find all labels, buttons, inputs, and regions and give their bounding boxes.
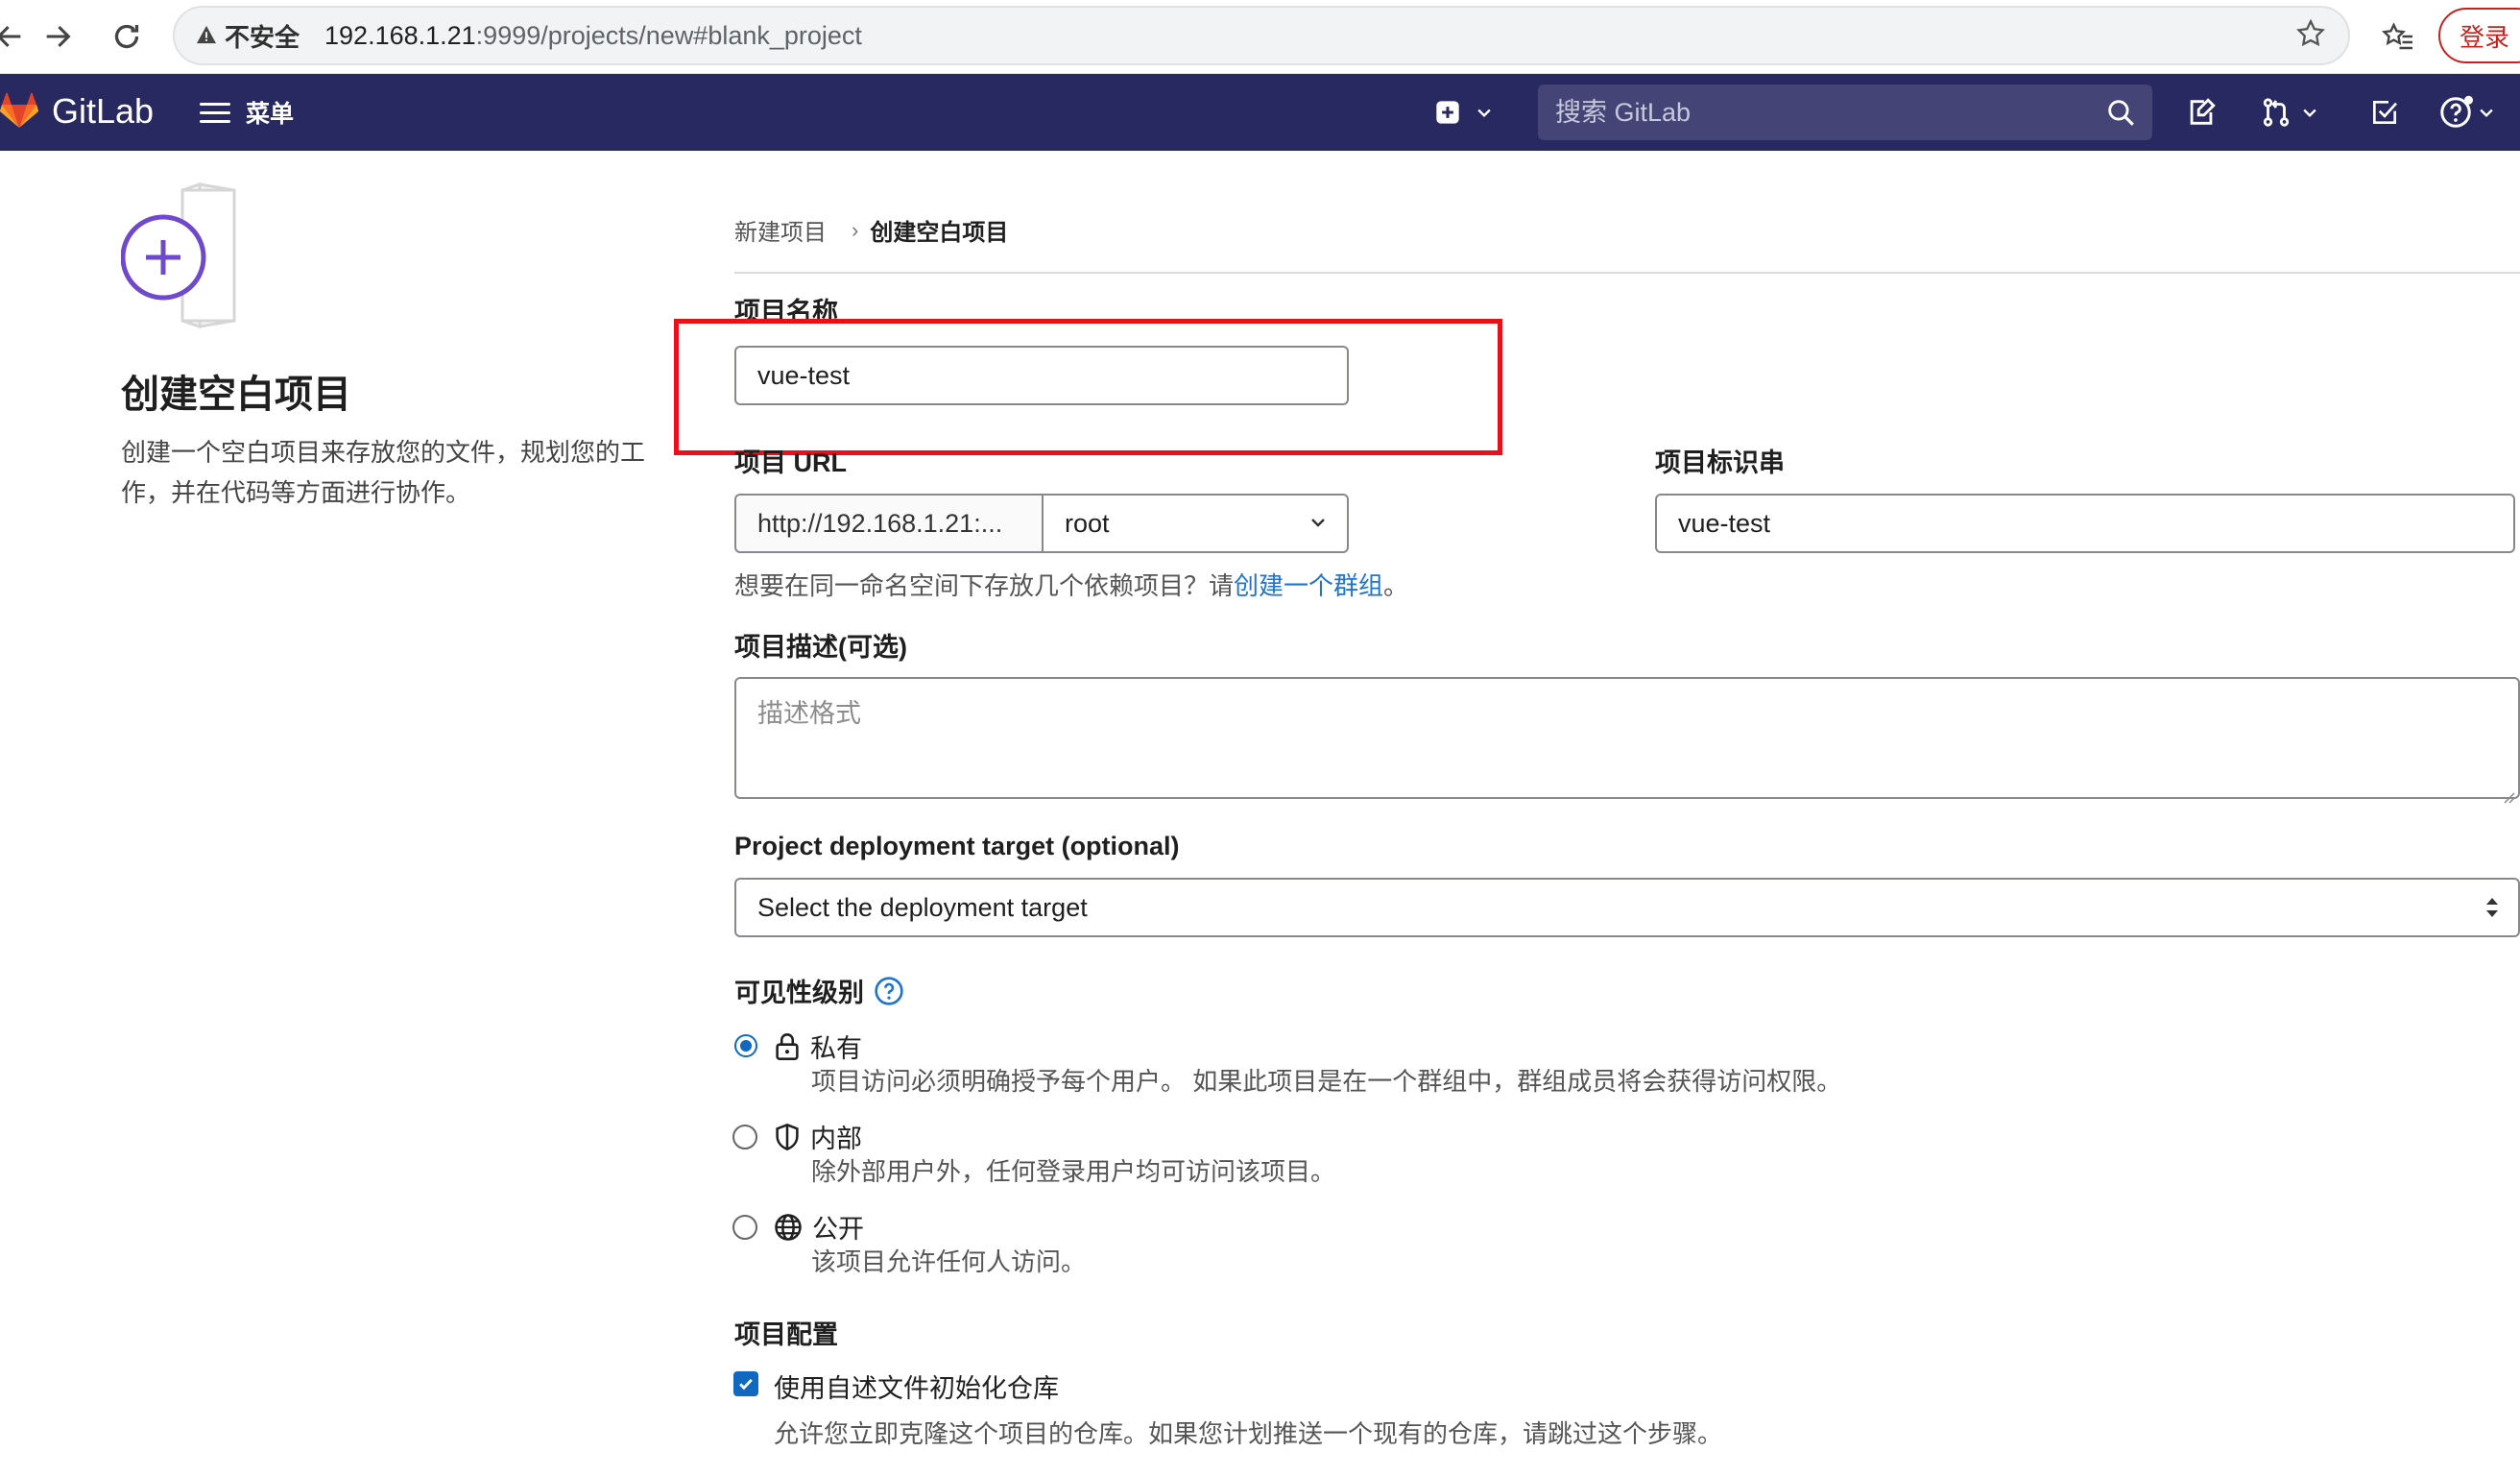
security-label: 不安全 xyxy=(225,22,300,52)
project-config-label: 项目配置 xyxy=(734,1320,838,1349)
visibility-option-private[interactable]: 私有 xyxy=(774,1028,862,1065)
shield-icon xyxy=(774,1123,801,1151)
select-arrows-icon xyxy=(2482,893,2503,929)
private-title: 私有 xyxy=(810,1034,862,1063)
namespace-select[interactable]: root xyxy=(1042,494,1349,553)
highlight-box xyxy=(674,319,1502,455)
chevron-down-icon xyxy=(1307,511,1330,541)
readme-description: 允许您立即克隆这个项目的仓库。如果您计划推送一个现有的仓库，请跳过这个步骤。 xyxy=(774,1419,1723,1448)
public-description: 该项目允许任何人访问。 xyxy=(811,1247,1087,1276)
project-url-label: 项目 URL xyxy=(734,448,847,477)
global-search[interactable] xyxy=(1538,85,2152,140)
chevron-down-icon xyxy=(1477,109,1491,117)
visibility-radio-public[interactable] xyxy=(732,1215,757,1240)
readme-checkbox[interactable] xyxy=(733,1371,758,1396)
url-host: 192.168.1.21 xyxy=(324,20,476,50)
page-description: 创建一个空白项目来存放您的文件，规划您的工作，并在代码等方面进行协作。 xyxy=(121,438,646,507)
group-help-prefix: 想要在同一命名空间下存放几个依赖项目？请 xyxy=(734,571,1235,600)
help-dropdown[interactable] xyxy=(2438,91,2496,133)
favorites-icon[interactable] xyxy=(2369,8,2427,65)
visibility-header: 可见性级别 xyxy=(734,972,904,1009)
question-circle-icon[interactable] xyxy=(874,976,904,1006)
merge-requests-dropdown[interactable] xyxy=(2260,91,2319,133)
new-item-dropdown[interactable] xyxy=(1434,91,1494,133)
namespace-value: root xyxy=(1065,508,1110,538)
search-icon xyxy=(2104,96,2137,133)
reload-icon[interactable] xyxy=(98,8,156,65)
browser-login-button[interactable]: 登录 xyxy=(2438,8,2520,63)
gitlab-top-bar: GitLab 菜单 xyxy=(0,74,2520,151)
main-menu-button[interactable]: 菜单 xyxy=(200,95,294,130)
project-slug-label: 项目标识串 xyxy=(1655,448,1785,477)
merge-request-icon xyxy=(2263,98,2290,127)
warning-triangle-icon xyxy=(196,21,217,51)
chevron-down-icon xyxy=(2480,109,2493,117)
group-help-text: 想要在同一命名空间下存放几个依赖项目？请创建一个群组。 xyxy=(734,567,1408,602)
breadcrumb-new-project[interactable]: 新建项目 xyxy=(734,213,827,247)
help-circle-icon xyxy=(2440,95,2473,128)
visibility-label: 可见性级别 xyxy=(734,979,864,1007)
group-help-suffix: 。 xyxy=(1383,571,1409,600)
radio-selected xyxy=(734,1034,757,1057)
visibility-radio-private[interactable] xyxy=(734,1034,763,1063)
internal-title: 内部 xyxy=(810,1125,862,1153)
security-indicator[interactable]: 不安全 xyxy=(196,18,300,54)
chevron-down-icon xyxy=(2303,109,2316,117)
deployment-target-value: Select the deployment target xyxy=(757,892,1088,922)
check-icon xyxy=(739,1378,753,1391)
private-description: 项目访问必须明确授予每个用户。 如果此项目是在一个群组中，群组成员将会获得访问权… xyxy=(811,1067,1842,1096)
breadcrumb-current: 创建空白项目 xyxy=(870,220,1009,246)
deployment-target-select[interactable]: Select the deployment target xyxy=(734,878,2520,937)
breadcrumb: 新建项目 › 创建空白项目 xyxy=(734,213,1008,247)
visibility-option-public[interactable]: 公开 xyxy=(774,1208,864,1246)
create-group-link[interactable]: 创建一个群组 xyxy=(1234,571,1383,600)
gitlab-logo-icon[interactable] xyxy=(0,91,39,133)
gitlab-brand[interactable]: GitLab xyxy=(52,91,154,132)
description-placeholder: 描述格式 xyxy=(757,699,861,728)
visibility-option-internal[interactable]: 内部 xyxy=(774,1118,862,1155)
visibility-radio-internal[interactable] xyxy=(732,1125,757,1149)
url-path: :9999/projects/new#blank_project xyxy=(475,20,862,50)
public-title: 公开 xyxy=(812,1215,864,1244)
chevron-right-icon: › xyxy=(852,217,859,242)
plus-square-icon xyxy=(1436,101,1459,124)
page-title: 创建空白项目 xyxy=(121,374,351,416)
project-slug-input[interactable]: vue-test xyxy=(1655,494,2515,553)
bookmark-star-icon[interactable] xyxy=(2294,17,2327,59)
internal-description: 除外部用户外，任何登录用户均可访问该项目。 xyxy=(811,1157,1336,1186)
globe-icon xyxy=(774,1213,803,1242)
deployment-target-label: Project deployment target (optional) xyxy=(734,832,1180,860)
resize-handle-icon[interactable] xyxy=(2502,781,2515,804)
breadcrumb-divider xyxy=(734,272,2520,274)
forward-arrow-icon[interactable] xyxy=(29,8,86,65)
address-bar[interactable]: 不安全 192.168.1.21:9999/projects/new#blank… xyxy=(173,6,2350,65)
readme-label[interactable]: 使用自述文件初始化仓库 xyxy=(774,1367,1059,1405)
issues-icon[interactable] xyxy=(2185,91,2218,133)
menu-label: 菜单 xyxy=(246,101,295,128)
url-text[interactable]: 192.168.1.21:9999/projects/new#blank_pro… xyxy=(324,21,862,51)
lock-icon xyxy=(774,1032,801,1061)
blank-project-illustration-icon xyxy=(120,181,275,336)
todo-icon[interactable] xyxy=(2369,91,2400,133)
project-url-prefix: http://192.168.1.21:... xyxy=(734,494,1044,553)
browser-toolbar: 不安全 192.168.1.21:9999/projects/new#blank… xyxy=(0,0,2520,74)
description-label: 项目描述(可选) xyxy=(734,633,907,662)
hamburger-icon xyxy=(200,97,230,129)
description-textarea[interactable]: 描述格式 xyxy=(734,677,2520,804)
search-input[interactable] xyxy=(1555,97,2093,128)
